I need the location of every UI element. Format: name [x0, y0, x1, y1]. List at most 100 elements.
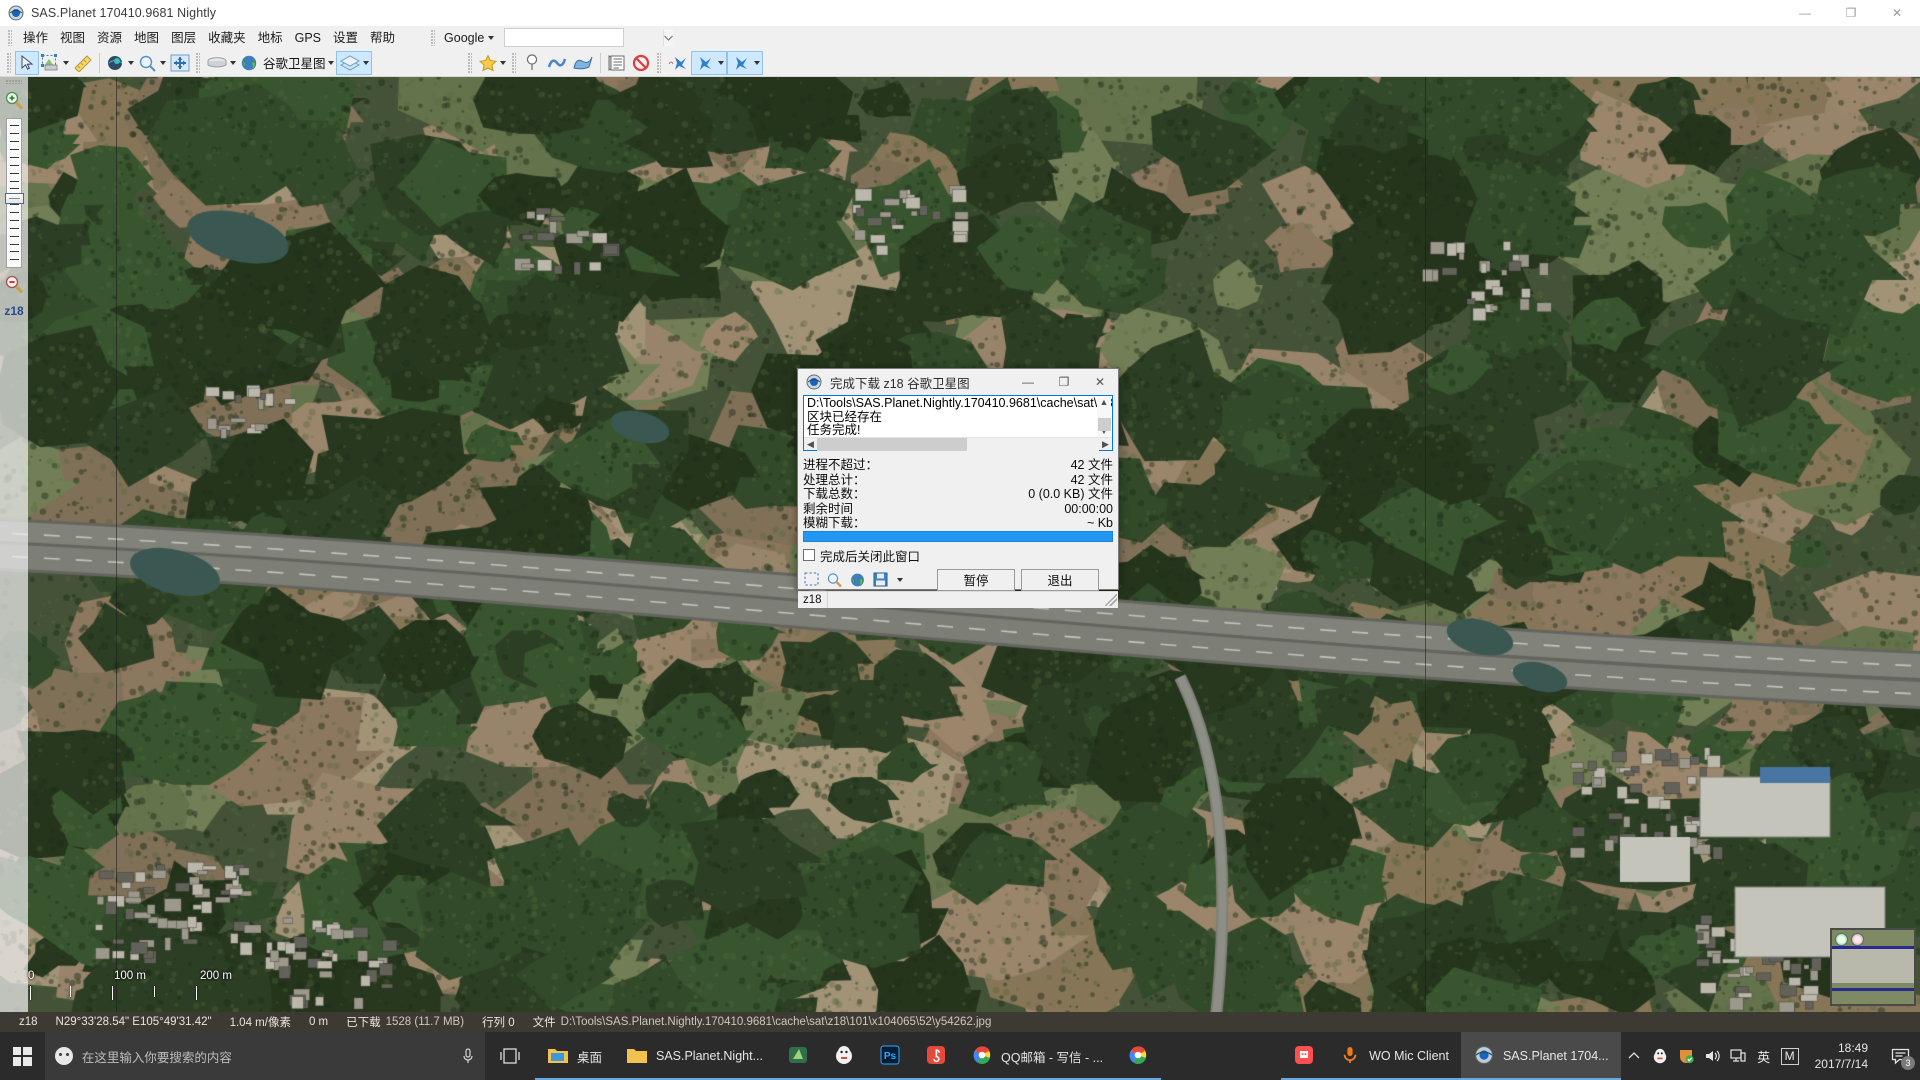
- globe-view[interactable]: [104, 51, 136, 75]
- menu-maps[interactable]: 地图: [128, 28, 165, 48]
- dialog-minimize-button[interactable]: —: [1010, 369, 1046, 395]
- tray-volume-icon[interactable]: [1699, 1032, 1725, 1080]
- pointer-tool[interactable]: [15, 50, 39, 75]
- search-toolbar-gripper[interactable]: [431, 29, 436, 46]
- chevron-down-icon[interactable]: [753, 60, 760, 65]
- taskbar-douyu[interactable]: [1281, 1032, 1328, 1080]
- zoom-panel-gripper[interactable]: [6, 80, 22, 84]
- minimap-minus-icon[interactable]: [1851, 933, 1864, 946]
- menu-favorites[interactable]: 收藏夹: [202, 28, 252, 48]
- log-vertical-scrollbar[interactable]: ▲ ▼: [1097, 397, 1111, 437]
- taskbar-qq[interactable]: [821, 1032, 867, 1080]
- menu-placemarks[interactable]: 地标: [252, 28, 289, 48]
- window-maximize-button[interactable]: ❐: [1828, 0, 1874, 26]
- pause-button[interactable]: 暂停: [937, 568, 1015, 591]
- taskbar-photoshop[interactable]: Ps: [867, 1032, 913, 1080]
- menu-gps[interactable]: GPS: [289, 28, 327, 48]
- favorites[interactable]: [476, 51, 508, 75]
- chevron-down-icon[interactable]: [717, 60, 724, 65]
- window-minimize-button[interactable]: —: [1782, 0, 1828, 26]
- close-on-finish-row[interactable]: 完成后关闭此窗口: [803, 546, 1113, 565]
- add-placemark[interactable]: [520, 51, 544, 75]
- taskbar-chrome-2[interactable]: [1115, 1032, 1162, 1080]
- menu-operations[interactable]: 操作: [17, 28, 54, 48]
- log-horizontal-scrollbar[interactable]: ◀ ▶: [804, 437, 1112, 451]
- scroll-right-icon[interactable]: ▶: [1099, 439, 1112, 450]
- cache-selector[interactable]: [204, 51, 238, 75]
- zoom-slider-thumb[interactable]: [5, 193, 24, 204]
- chevron-down-icon[interactable]: [897, 577, 903, 582]
- menu-layers[interactable]: 图层: [165, 28, 202, 48]
- log-output-box[interactable]: D:\Tools\SAS.Planet.Nightly.170410.9681\…: [803, 395, 1113, 451]
- taskbar-sasplanet[interactable]: SAS.Planet 1704...: [1460, 1032, 1621, 1080]
- magnifier-plus-icon[interactable]: [3, 90, 25, 112]
- gps-settings[interactable]: [726, 50, 763, 75]
- search-dropdown-button[interactable]: [663, 29, 674, 46]
- task-view-button[interactable]: [485, 1032, 535, 1080]
- taskbar-womic[interactable]: WO Mic Client: [1327, 1032, 1461, 1080]
- minimap-panel[interactable]: [1830, 928, 1916, 1006]
- add-polygon[interactable]: [570, 51, 596, 75]
- exit-button[interactable]: 退出: [1021, 568, 1099, 591]
- chevron-down-icon[interactable]: [327, 60, 334, 65]
- dialog-close-button[interactable]: ✕: [1082, 369, 1118, 395]
- minimap-plus-icon[interactable]: [1835, 933, 1848, 946]
- menubar-gripper[interactable]: [8, 29, 12, 46]
- chevron-down-icon[interactable]: [63, 60, 69, 65]
- gps-track[interactable]: [690, 50, 727, 75]
- hide-marks[interactable]: [629, 51, 653, 75]
- tray-ime-icon[interactable]: 英: [1751, 1032, 1777, 1080]
- magnifier-icon[interactable]: [826, 571, 843, 588]
- start-button[interactable]: [0, 1032, 45, 1080]
- floppy-icon[interactable]: [872, 571, 889, 588]
- chevron-down-icon[interactable]: [499, 60, 506, 65]
- menu-sources[interactable]: 资源: [91, 28, 128, 48]
- search-input[interactable]: [505, 29, 664, 46]
- toolbar-gripper-4[interactable]: [511, 52, 516, 73]
- close-on-finish-checkbox[interactable]: [803, 549, 815, 561]
- gps-connect[interactable]: [665, 51, 691, 75]
- ruler-tool[interactable]: [71, 51, 95, 75]
- tray-expand-button[interactable]: [1621, 1032, 1647, 1080]
- download-dialog[interactable]: 完成下载 z18 谷歌卫星图 — ❐ ✕ D:\Tools\SAS.Planet…: [797, 368, 1119, 608]
- scroll-up-icon[interactable]: ▲: [1100, 397, 1109, 408]
- search-combobox[interactable]: [504, 28, 674, 47]
- taskbar-sasplanet-folder[interactable]: SAS.Planet.Night...: [613, 1032, 776, 1080]
- chevron-down-icon[interactable]: [160, 60, 166, 65]
- toolbar-gripper-5[interactable]: [656, 52, 661, 73]
- taskbar-search-box[interactable]: 在这里输入你要搜索的内容: [44, 1032, 485, 1080]
- microphone-icon[interactable]: [461, 1047, 475, 1065]
- map-source[interactable]: 谷歌卫星图: [238, 51, 336, 75]
- show-list[interactable]: [605, 51, 629, 75]
- resize-grip-icon[interactable]: [1105, 593, 1117, 606]
- dialog-maximize-button[interactable]: ❐: [1046, 369, 1082, 395]
- dashed-rect-icon[interactable]: [803, 571, 820, 588]
- taskbar-netease[interactable]: [913, 1032, 959, 1080]
- zoom-tool[interactable]: [136, 51, 168, 75]
- fullscreen-tool[interactable]: [168, 51, 192, 75]
- log-hscroll-thumb[interactable]: [817, 437, 967, 451]
- magnifier-minus-icon[interactable]: [3, 274, 25, 296]
- scroll-left-icon[interactable]: ◀: [804, 439, 817, 450]
- log-hscroll-track[interactable]: [817, 437, 1099, 451]
- taskbar-clock[interactable]: 18:49 2017/7/14: [1803, 1032, 1880, 1080]
- menu-view[interactable]: 视图: [54, 28, 91, 48]
- search-provider-button[interactable]: Google: [440, 29, 498, 47]
- notification-center-button[interactable]: 3: [1880, 1032, 1920, 1080]
- toolbar-gripper-3[interactable]: [467, 52, 472, 73]
- tray-qq-icon[interactable]: [1647, 1032, 1673, 1080]
- zoom-slider-track[interactable]: [5, 118, 24, 268]
- taskbar-app-3[interactable]: [775, 1032, 821, 1080]
- chevron-down-icon[interactable]: [128, 60, 134, 65]
- tray-ime-mode-icon[interactable]: M: [1777, 1032, 1803, 1080]
- taskbar-qqmail[interactable]: QQ邮箱 - 写信 - ...: [959, 1032, 1116, 1080]
- taskbar-desktop[interactable]: 桌面: [534, 1032, 614, 1080]
- tray-network-icon[interactable]: [1725, 1032, 1751, 1080]
- globe-icon[interactable]: [849, 571, 866, 588]
- menu-settings[interactable]: 设置: [327, 28, 364, 48]
- chevron-down-icon[interactable]: [362, 60, 369, 65]
- toolbar-gripper-1[interactable]: [7, 52, 11, 73]
- layer-selector[interactable]: [335, 50, 372, 75]
- menu-help[interactable]: 帮助: [364, 28, 401, 48]
- toolbar-gripper-2[interactable]: [196, 52, 200, 73]
